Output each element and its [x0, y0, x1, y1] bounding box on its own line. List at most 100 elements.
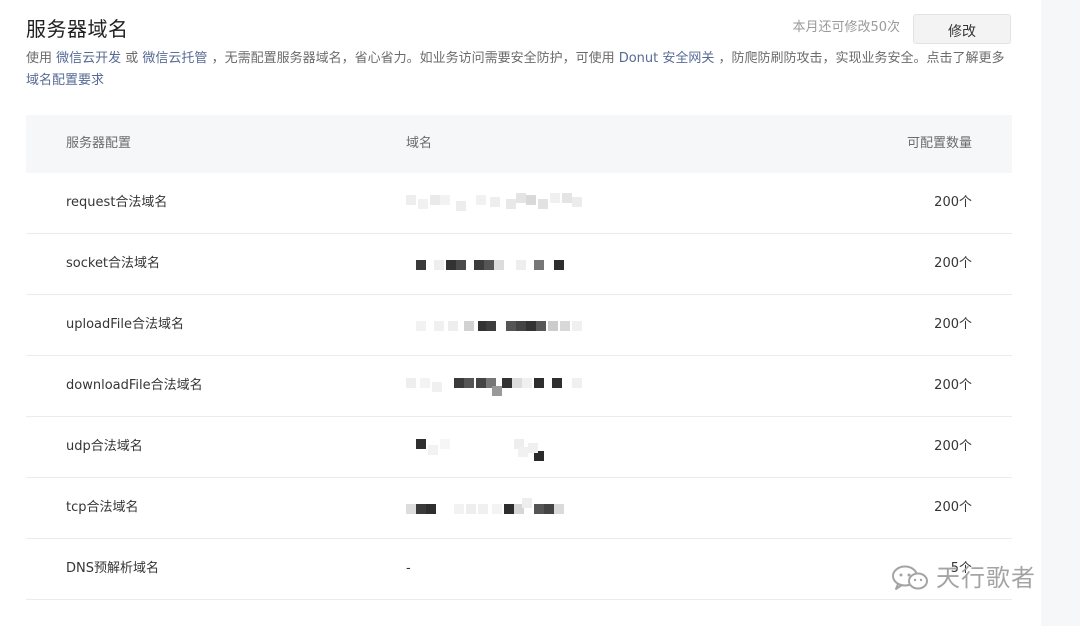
watermark: 天行歌者	[890, 560, 1036, 596]
mosaic-block	[418, 199, 428, 209]
mosaic-block	[464, 321, 474, 331]
modify-button[interactable]: 修改	[913, 14, 1011, 44]
domain-value	[406, 356, 706, 416]
mosaic-block	[428, 445, 438, 455]
right-rail	[1041, 0, 1080, 626]
mosaic-block	[550, 193, 560, 203]
config-count: 200个	[934, 439, 972, 454]
mosaic-block	[476, 195, 486, 205]
mosaic-block	[454, 504, 464, 514]
mosaic-block	[478, 504, 488, 514]
domain-value	[406, 295, 706, 355]
mosaic-block	[544, 504, 554, 514]
table-row: request合法域名 200个	[26, 173, 1012, 234]
table-row: uploadFile合法域名 200个	[26, 295, 1012, 356]
mosaic-block	[466, 504, 476, 514]
table-row: udp合法域名 200个	[26, 417, 1012, 478]
page: 服务器域名 本月还可修改50次 修改 使用 微信云开发 或 微信云托管 ，无需配…	[0, 0, 1080, 626]
domain-value	[406, 173, 706, 233]
mosaic-block	[420, 378, 430, 388]
mosaic-block	[562, 193, 572, 203]
config-count: 200个	[934, 195, 972, 210]
mosaic-block	[516, 321, 526, 331]
mosaic-block	[560, 321, 570, 331]
description: 使用 微信云开发 或 微信云托管 ，无需配置服务器域名，省心省力。如业务访问需要…	[26, 48, 1012, 92]
mosaic-block	[406, 378, 416, 388]
mosaic-block	[518, 447, 528, 457]
mosaic-block	[406, 504, 416, 514]
link-cloud-dev[interactable]: 微信云开发	[56, 51, 121, 66]
mosaic-block	[426, 504, 436, 514]
mosaic-block	[506, 321, 516, 331]
mosaic-block	[552, 378, 562, 388]
modify-quota-text: 本月还可修改50次	[792, 20, 900, 35]
mosaic-block	[526, 195, 536, 205]
redacted-domain	[406, 173, 706, 233]
mosaic-block	[504, 504, 514, 514]
mosaic-block	[430, 195, 440, 205]
wechat-icon	[892, 565, 928, 590]
description-text: 或	[121, 51, 143, 66]
mosaic-block	[406, 195, 416, 205]
config-name: udp合法域名	[66, 439, 143, 454]
config-name: uploadFile合法域名	[66, 317, 185, 332]
mosaic-block	[528, 443, 538, 453]
domain-value	[406, 478, 706, 538]
column-header-count: 可配置数量	[906, 136, 972, 151]
mosaic-block	[434, 321, 444, 331]
domain-value	[406, 234, 706, 294]
mosaic-block	[492, 386, 502, 396]
table-row: downloadFile合法域名 200个	[26, 356, 1012, 417]
mosaic-block	[538, 199, 548, 209]
description-text: ，防爬防刷防攻击，实现业务安全。点击了解更多	[714, 51, 1005, 66]
config-count: 200个	[934, 500, 972, 515]
mosaic-block	[572, 378, 582, 388]
watermark-text: 天行歌者	[936, 564, 1036, 592]
link-domain-requirements[interactable]: 域名配置要求	[26, 73, 104, 88]
domain-value	[406, 417, 706, 477]
config-name: downloadFile合法域名	[66, 378, 203, 393]
mosaic-block	[554, 260, 564, 270]
table-row: tcp合法域名 200个	[26, 478, 1012, 539]
mosaic-block	[522, 498, 532, 508]
table-row: DNS预解析域名 - 5个	[26, 539, 1012, 600]
mosaic-block	[454, 378, 464, 388]
mosaic-block	[416, 439, 426, 449]
page-title: 服务器域名	[26, 17, 129, 41]
mosaic-block	[464, 378, 474, 388]
mosaic-block	[572, 321, 582, 331]
mosaic-block	[416, 504, 426, 514]
mosaic-block	[434, 260, 444, 270]
redacted-domain	[406, 417, 706, 477]
config-name: tcp合法域名	[66, 500, 139, 515]
mosaic-block	[474, 260, 484, 270]
mosaic-block	[492, 504, 502, 514]
mosaic-block	[490, 197, 500, 207]
mosaic-block	[534, 378, 544, 388]
mosaic-block	[526, 321, 536, 331]
mosaic-block	[440, 195, 450, 205]
mosaic-block	[486, 321, 496, 331]
mosaic-block	[502, 378, 512, 388]
mosaic-block	[522, 378, 532, 388]
column-header-domain: 域名	[406, 136, 433, 151]
mosaic-block	[572, 197, 582, 207]
link-donut-gateway[interactable]: Donut 安全网关	[619, 51, 715, 66]
mosaic-block	[446, 260, 456, 270]
redacted-domain	[406, 478, 706, 538]
mosaic-block	[506, 199, 516, 209]
mosaic-block	[456, 260, 466, 270]
mosaic-block	[536, 321, 546, 331]
domain-value: -	[406, 561, 411, 576]
config-count: 200个	[934, 256, 972, 271]
mosaic-block	[440, 439, 450, 449]
mosaic-block	[548, 321, 558, 331]
mosaic-block	[516, 193, 526, 203]
mosaic-block	[534, 260, 544, 270]
mosaic-block	[476, 378, 486, 388]
mosaic-block	[494, 260, 504, 270]
config-name: DNS预解析域名	[66, 561, 159, 576]
link-cloud-hosting[interactable]: 微信云托管	[142, 51, 207, 66]
mosaic-block	[432, 382, 442, 392]
description-text: ，无需配置服务器域名，省心省力。如业务访问需要安全防护，可使用	[207, 51, 619, 66]
